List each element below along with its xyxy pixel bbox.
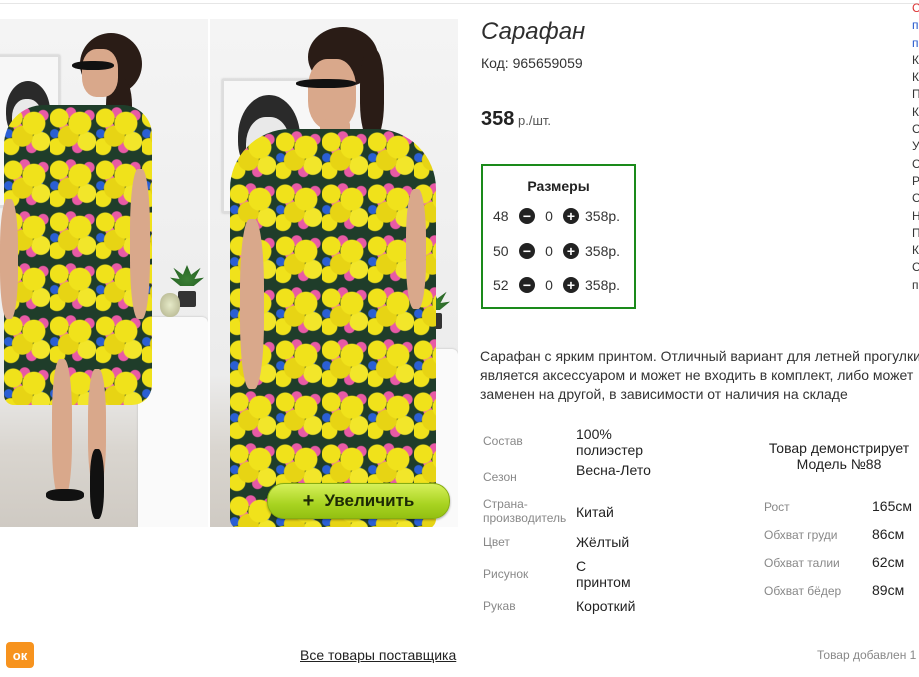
description-line: Сарафан с ярким принтом. Отличный вариан… [480,348,919,364]
plus-icon[interactable]: + [563,208,579,224]
attr-value-country: Китай [576,504,614,520]
product-photo-1[interactable] [0,19,208,527]
product-price: 358 р./шт. [481,108,551,131]
product-photo-2[interactable] [210,19,458,527]
model-param-value: 165см [872,498,912,514]
price-value: 358 [481,108,515,130]
attr-label-pattern: Рисунок [483,567,529,581]
attr-label-composition: Состав [483,434,523,448]
cutoff-letter: У [912,139,919,154]
ok-glyph: ок [12,647,28,663]
model-title: Товар демонстрирует Модель №88 [760,440,918,472]
top-divider [0,3,919,4]
cutoff-letter: С [912,1,919,15]
cutoff-letter: Р [912,173,919,188]
cutoff-letter: К [912,52,919,67]
supplier-products-link[interactable]: Все товары поставщика [300,647,456,663]
model-title-line: Модель №88 [796,456,882,472]
minus-icon[interactable]: − [519,277,535,293]
model-title-line: Товар демонстрирует [768,440,910,456]
model-param-label: Обхват талии [764,556,840,570]
model-param-value: 62см [872,554,905,570]
cutoff-letter: С [912,156,919,171]
cutoff-letter: К [912,70,919,85]
model-param-value: 89см [872,582,905,598]
cutoff-letter: К [912,243,919,258]
attr-label-sleeve: Рукав [483,599,516,613]
cutoff-letter: С [912,260,919,275]
added-date-text: Товар добавлен 1 [817,648,917,662]
size-quantity: 0 [545,208,553,224]
attr-value-composition: 100% полиэстер [576,426,644,458]
size-price: 358р. [585,208,621,224]
product-description: Сарафан с ярким принтом. Отличный вариан… [480,347,919,404]
odnoklassniki-icon[interactable]: ок [6,642,34,668]
size-row-48: 48 − 0 + 358р. [493,206,620,226]
cutoff-letter: п [912,277,919,292]
attr-label-season: Сезон [483,470,517,484]
size-quantity: 0 [545,243,553,259]
plus-icon[interactable]: + [563,243,579,259]
zoom-button[interactable]: + Увеличить [267,483,450,519]
minus-icon[interactable]: − [519,243,535,259]
cutoff-letter: К [912,104,919,119]
right-column-cutoff: С п п К К П К С У С Р С Н П К С п [912,0,919,294]
zoom-label: Увеличить [324,491,415,510]
cutoff-letter[interactable]: п [912,35,919,52]
size-label: 50 [493,243,509,259]
price-unit: р./шт. [514,113,551,128]
size-row-52: 52 − 0 + 358р. [493,275,620,295]
description-line: является аксессуаром и может не входить … [480,367,914,383]
size-row-50: 50 − 0 + 358р. [493,241,620,261]
size-price: 358р. [585,277,621,293]
cutoff-letter: С [912,191,919,206]
attr-label-color: Цвет [483,535,510,549]
product-title: Сарафан [481,18,586,45]
cutoff-letter[interactable]: п [912,17,919,34]
model-param-label: Рост [764,500,790,514]
size-quantity: 0 [545,277,553,293]
size-price: 358р. [585,243,621,259]
size-label: 48 [493,208,509,224]
cutoff-letter: П [912,225,919,240]
minus-icon[interactable]: − [519,208,535,224]
cutoff-letter: Н [912,208,919,223]
model-param-label: Обхват груди [764,528,838,542]
model-param-label: Обхват бёдер [764,584,842,598]
sizes-title: Размеры [527,178,590,194]
plus-icon: + [302,490,315,512]
attr-value-color: Жёлтый [576,534,630,550]
size-label: 52 [493,277,509,293]
attr-value-sleeve: Короткий [576,598,636,614]
attr-value-pattern: С принтом [576,558,631,590]
plus-icon[interactable]: + [563,277,579,293]
description-line: заменен на другой, в зависимости от нали… [480,386,848,402]
attr-value-season: Весна-Лето [576,462,651,478]
sizes-box: Размеры 48 − 0 + 358р. 50 − 0 + 358р. 52… [481,164,636,309]
cutoff-letter: С [912,122,919,137]
model-param-value: 86см [872,526,905,542]
cutoff-letter: П [912,87,919,102]
attr-label-country: Страна-производитель [483,497,567,525]
product-code: Код: 965659059 [481,55,583,71]
